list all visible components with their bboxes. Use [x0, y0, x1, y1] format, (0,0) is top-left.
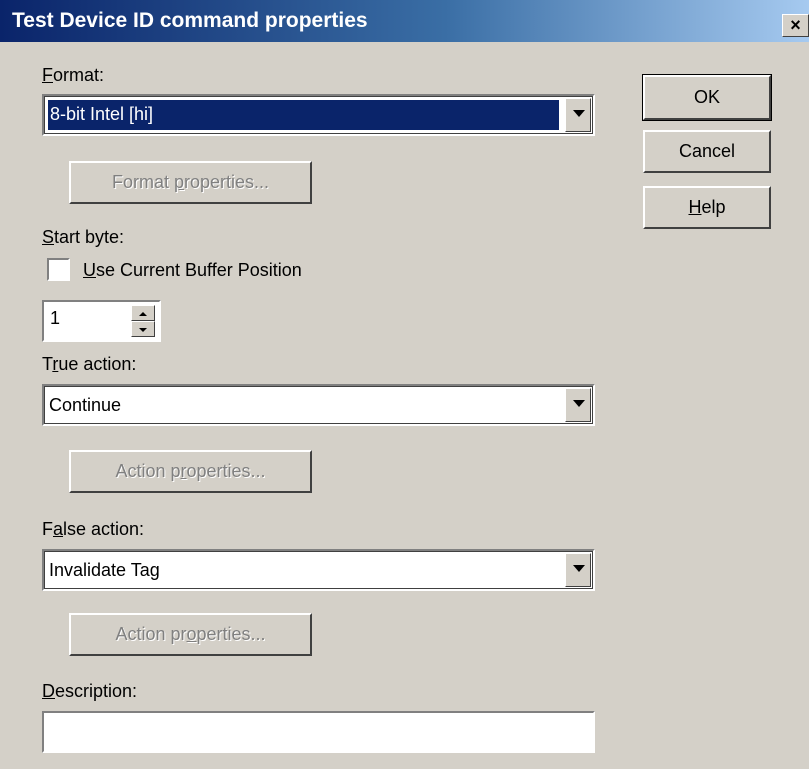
true-action-dropdown-button[interactable] — [565, 388, 591, 422]
false-action-properties-button[interactable]: Action properties... — [69, 613, 312, 656]
close-icon: × — [790, 15, 801, 35]
true-action-value: Continue — [49, 395, 122, 415]
title-bar: Test Device ID command properties × — [0, 0, 809, 42]
window-title: Test Device ID command properties — [12, 9, 368, 32]
format-select[interactable]: 8-bit Intel [hi] — [42, 94, 595, 136]
chevron-down-icon — [573, 110, 585, 117]
spin-up-button[interactable] — [131, 305, 155, 321]
true-action-properties-button[interactable]: Action properties... — [69, 450, 312, 493]
chevron-down-icon — [573, 400, 585, 407]
chevron-down-icon — [573, 565, 585, 572]
use-current-buffer-checkbox[interactable] — [47, 258, 70, 281]
description-label: Description: — [42, 681, 138, 701]
true-action-label: True action: — [42, 354, 137, 374]
false-action-dropdown-button[interactable] — [565, 553, 591, 587]
help-button[interactable]: Help — [643, 186, 771, 229]
start-byte-label: Start byte: — [42, 227, 125, 247]
start-byte-value: 1 — [50, 308, 61, 328]
format-select-value: 8-bit Intel [hi] — [48, 100, 559, 130]
description-field[interactable] — [42, 711, 595, 753]
false-action-label: False action: — [42, 519, 145, 539]
spin-down-button[interactable] — [131, 321, 155, 337]
format-label: Format: — [42, 65, 105, 85]
arrow-up-icon — [139, 312, 147, 316]
false-action-value: Invalidate Tag — [49, 560, 160, 580]
format-dropdown-button[interactable] — [565, 98, 591, 132]
arrow-down-icon — [139, 328, 147, 332]
use-current-buffer-label[interactable]: Use Current Buffer Position — [83, 259, 302, 281]
close-button[interactable]: × — [782, 14, 809, 37]
format-properties-button[interactable]: Format properties... — [69, 161, 312, 204]
start-byte-spinner[interactable]: 1 — [42, 300, 161, 342]
ok-button[interactable]: OK — [642, 74, 772, 121]
cancel-button[interactable]: Cancel — [643, 130, 771, 173]
true-action-select[interactable]: Continue — [42, 384, 595, 426]
false-action-select[interactable]: Invalidate Tag — [42, 549, 595, 591]
